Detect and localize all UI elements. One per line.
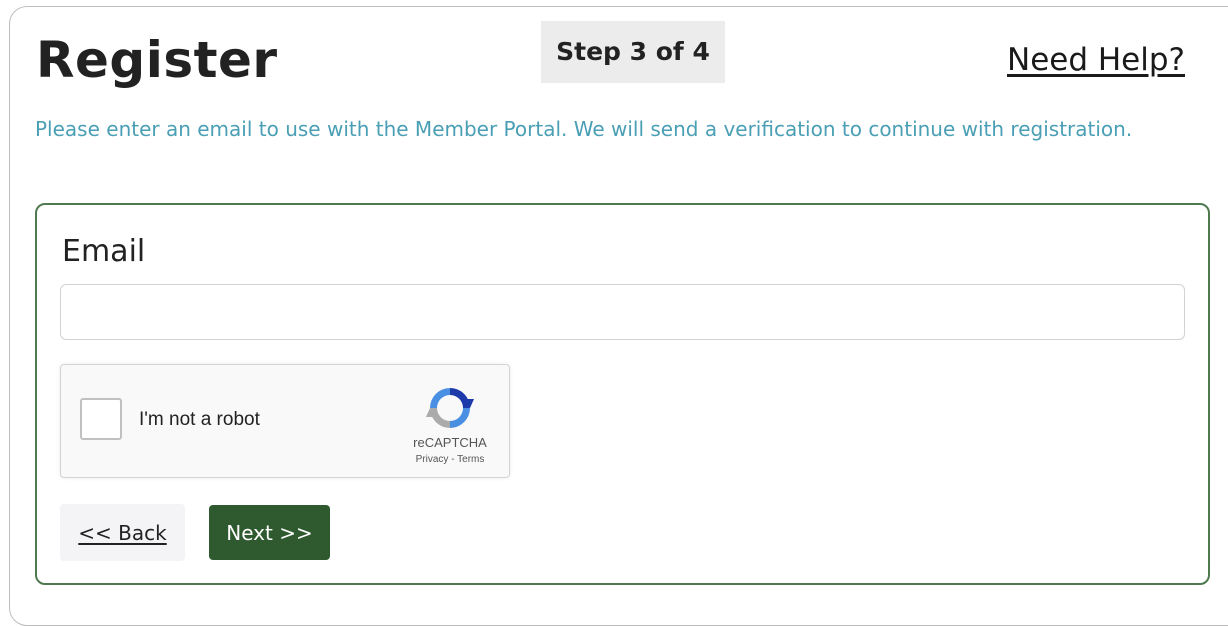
recaptcha-privacy-link[interactable]: Privacy <box>416 454 449 465</box>
recaptcha-widget: I'm not a robot reCAPTCHA Privacy - Term… <box>60 364 510 478</box>
back-button[interactable]: << Back <box>60 504 185 561</box>
recaptcha-label: I'm not a robot <box>139 409 260 430</box>
email-label: Email <box>62 234 146 269</box>
email-input[interactable] <box>60 284 1185 340</box>
recaptcha-logo-icon <box>426 388 474 428</box>
recaptcha-checkbox[interactable] <box>80 398 122 440</box>
recaptcha-brand: reCAPTCHA <box>413 435 487 450</box>
page-title: Register <box>36 31 278 89</box>
need-help-link[interactable]: Need Help? <box>1007 38 1185 82</box>
next-button[interactable]: Next >> <box>209 505 330 560</box>
step-indicator: Step 3 of 4 <box>541 21 725 83</box>
recaptcha-terms-link[interactable]: Terms <box>457 454 484 465</box>
intro-text: Please enter an email to use with the Me… <box>35 117 1133 141</box>
recaptcha-links: Privacy - Terms <box>391 453 509 467</box>
recaptcha-link-separator: - <box>448 454 458 465</box>
